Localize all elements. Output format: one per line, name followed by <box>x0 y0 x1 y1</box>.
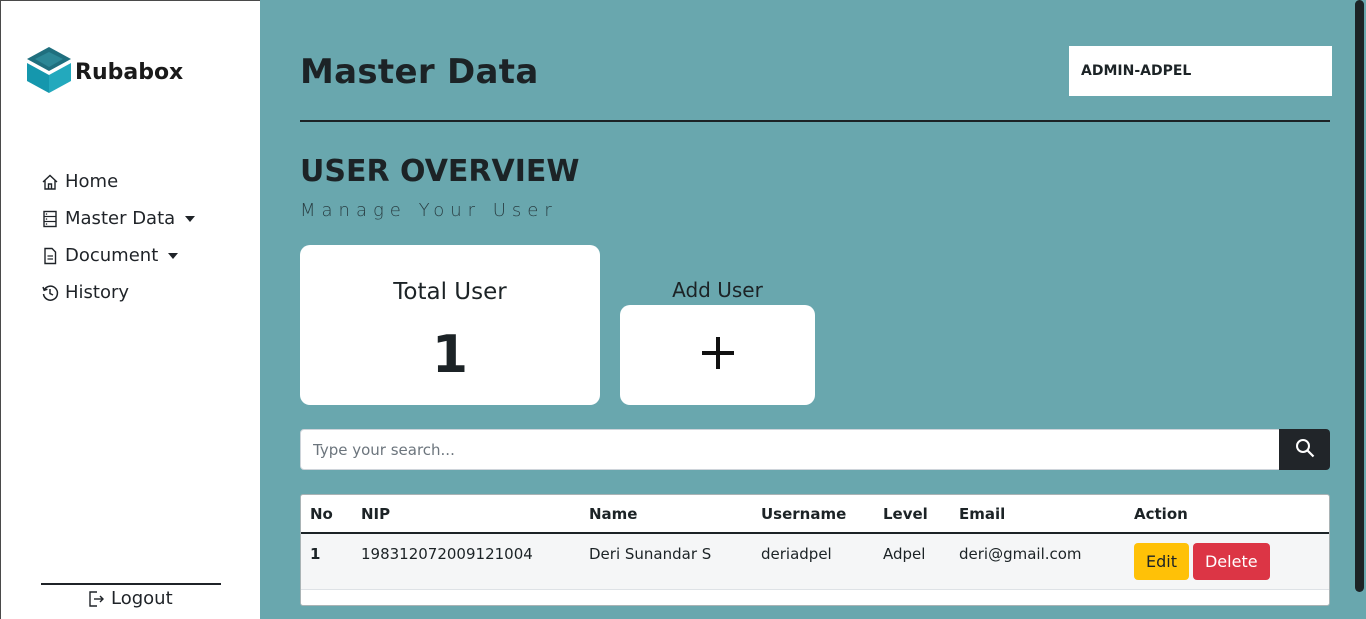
sidebar-item-history[interactable]: History <box>41 274 195 311</box>
column-header: Action <box>1125 495 1329 534</box>
sidebar-item-label: Home <box>65 171 119 192</box>
caret-down-icon <box>168 252 179 259</box>
box-logo-icon <box>25 45 73 99</box>
section-title: USER OVERVIEW <box>300 154 580 189</box>
cell-level: Adpel <box>874 533 950 590</box>
scrollbar[interactable] <box>1355 0 1364 592</box>
cell-nip: 198312072009121004 <box>352 533 580 590</box>
users-table: No NIP Name Username Level Email Action … <box>300 494 1330 606</box>
brand-name: Rubabox <box>75 59 184 85</box>
sidebar-item-label: History <box>65 282 130 303</box>
logout-button[interactable]: Logout <box>87 588 173 609</box>
sidebar-nav: Home Master Data Document History <box>41 163 196 311</box>
column-header: No <box>301 495 352 534</box>
column-header: Level <box>874 495 950 534</box>
user-name: ADMIN-ADPEL <box>1081 63 1192 79</box>
history-icon <box>41 284 59 302</box>
edit-button[interactable]: Edit <box>1134 543 1189 580</box>
table-header-row: No NIP Name Username Level Email Action <box>301 495 1329 534</box>
cell-action: Edit Delete <box>1125 533 1329 590</box>
document-icon <box>41 247 59 265</box>
column-header: Name <box>580 495 752 534</box>
add-user-button[interactable] <box>620 305 815 405</box>
search-input[interactable] <box>300 429 1280 470</box>
cell-name: Deri Sunandar S <box>580 533 752 590</box>
search-icon <box>1295 438 1315 462</box>
table-row: 1 198312072009121004 Deri Sunandar S der… <box>301 533 1329 590</box>
sidebar-item-document[interactable]: Document <box>41 237 195 274</box>
cell-email: deri@gmail.com <box>950 533 1125 590</box>
total-user-card: Total User 1 <box>300 245 600 405</box>
header-divider <box>300 120 1330 122</box>
home-icon <box>41 173 59 191</box>
page-title: Master Data <box>300 52 539 92</box>
plus-icon <box>700 335 736 375</box>
delete-button[interactable]: Delete <box>1192 543 1270 580</box>
add-user-label: Add User <box>672 278 763 302</box>
column-header: Username <box>752 495 874 534</box>
caret-down-icon <box>185 215 196 222</box>
cell-no: 1 <box>301 533 352 590</box>
sidebar-item-label: Document <box>65 245 159 266</box>
sidebar-item-label: Master Data <box>65 208 176 229</box>
logout-label: Logout <box>111 588 173 609</box>
logout-divider <box>41 583 221 585</box>
brand-logo[interactable]: Rubabox <box>25 45 183 99</box>
sidebar-item-master-data[interactable]: Master Data <box>41 200 196 237</box>
section-subtitle: Manage Your User <box>300 200 558 221</box>
logout-icon <box>87 590 105 608</box>
user-account-badge[interactable]: ADMIN-ADPEL <box>1069 46 1332 96</box>
sidebar-item-home[interactable]: Home <box>41 163 195 200</box>
column-header: Email <box>950 495 1125 534</box>
total-user-label: Total User <box>393 279 507 305</box>
column-header: NIP <box>352 495 580 534</box>
sidebar: Rubabox Home Master Data Document Histor… <box>0 0 260 619</box>
cell-username: deriadpel <box>752 533 874 590</box>
total-user-count: 1 <box>431 325 469 385</box>
server-icon <box>41 210 59 228</box>
search-button[interactable] <box>1279 429 1330 470</box>
